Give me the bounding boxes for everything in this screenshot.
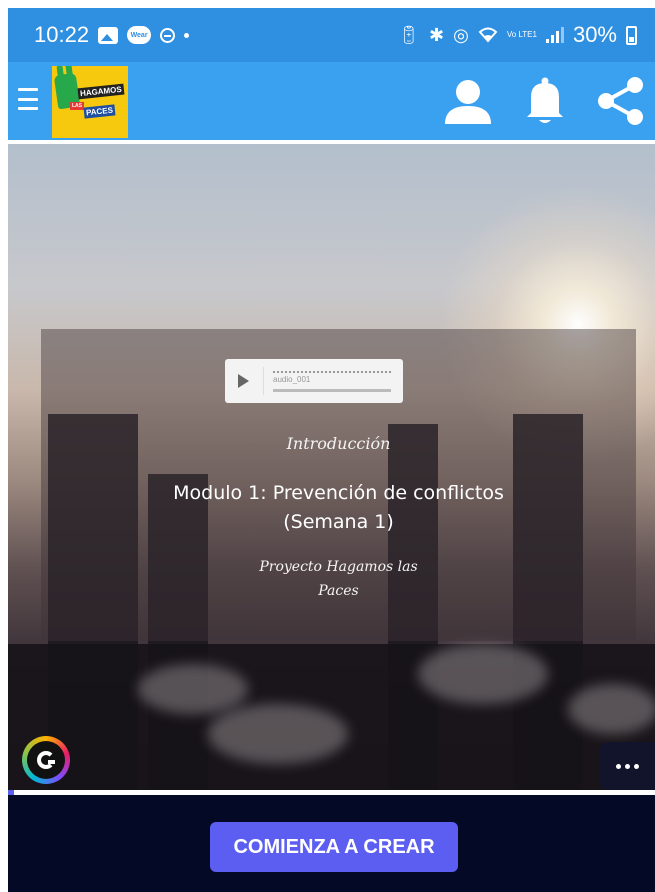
genially-logo-icon[interactable] bbox=[22, 736, 70, 784]
steam-cloud bbox=[418, 644, 548, 704]
volte-icon: Vo LTE1 bbox=[507, 31, 537, 39]
footer-bar: COMIENZA A CREAR bbox=[8, 795, 655, 892]
audio-filename: audio_001 bbox=[273, 375, 311, 384]
more-horizontal-icon[interactable] bbox=[599, 742, 655, 790]
slide-intro: Introducción bbox=[286, 434, 391, 453]
logo-text-las: LAS bbox=[70, 102, 84, 110]
user-icon[interactable] bbox=[441, 74, 495, 128]
steam-cloud bbox=[138, 664, 248, 714]
slide-title-line2: (Semana 1) bbox=[283, 511, 394, 533]
play-icon[interactable] bbox=[238, 374, 249, 388]
logo-text-hagamos: HAGAMOS bbox=[77, 83, 125, 100]
dnd-icon bbox=[160, 27, 176, 43]
battery-fill bbox=[629, 37, 634, 42]
bell-icon[interactable] bbox=[518, 74, 572, 128]
slide-title-line1: Modulo 1: Prevención de conflictos bbox=[173, 482, 504, 504]
status-time: 10:22 bbox=[34, 22, 90, 47]
slide-project-line2: Paces bbox=[318, 583, 359, 599]
slide-title: Modulo 1: Prevención de conflictos (Sema… bbox=[41, 479, 636, 537]
gallery-icon bbox=[98, 26, 119, 44]
app-bar: HAGAMOS LAS PACES bbox=[8, 62, 655, 140]
slide-project: Proyecto Hagamos las Paces bbox=[41, 555, 636, 603]
brand-logo[interactable]: HAGAMOS LAS PACES bbox=[52, 66, 128, 138]
share-icon[interactable] bbox=[594, 74, 648, 128]
app-screen: 10:22 Wear 🔋︎ ✱ ◎ Vo LTE1 30% HAGAMOS LA… bbox=[8, 8, 655, 892]
slide-project-line1: Proyecto Hagamos las bbox=[259, 559, 418, 575]
hamburger-icon[interactable] bbox=[18, 88, 38, 110]
audio-waveform bbox=[273, 371, 391, 373]
status-bar-right: 🔋︎ ✱ ◎ Vo LTE1 30% bbox=[397, 22, 637, 48]
audio-player[interactable]: audio_001 bbox=[225, 359, 403, 403]
status-bar: 10:22 Wear 🔋︎ ✱ ◎ Vo LTE1 30% bbox=[8, 8, 655, 62]
content-panel: audio_001 Introducción Modulo 1: Prevenc… bbox=[41, 329, 636, 641]
battery-saver-icon: 🔋︎ bbox=[397, 25, 421, 45]
battery-percent: 30% bbox=[572, 22, 617, 47]
wear-icon: Wear bbox=[127, 26, 152, 44]
start-creating-button[interactable]: COMIENZA A CREAR bbox=[210, 822, 458, 872]
steam-cloud bbox=[208, 704, 348, 764]
audio-divider bbox=[263, 367, 264, 395]
presentation-slide[interactable]: audio_001 Introducción Modulo 1: Prevenc… bbox=[8, 144, 655, 790]
audio-progress-track[interactable] bbox=[273, 389, 391, 392]
logo-text-paces: PACES bbox=[83, 104, 116, 119]
signal-icon bbox=[545, 27, 564, 43]
wifi-icon bbox=[478, 27, 498, 43]
nfc-icon: ◎ bbox=[453, 25, 469, 45]
dot-icon bbox=[184, 32, 190, 38]
status-bar-left: 10:22 Wear bbox=[34, 22, 190, 48]
bluetooth-icon: ✱ bbox=[429, 25, 445, 45]
steam-cloud bbox=[568, 684, 655, 734]
network-label: Vo LTE1 bbox=[506, 30, 537, 39]
battery-icon bbox=[626, 25, 637, 45]
